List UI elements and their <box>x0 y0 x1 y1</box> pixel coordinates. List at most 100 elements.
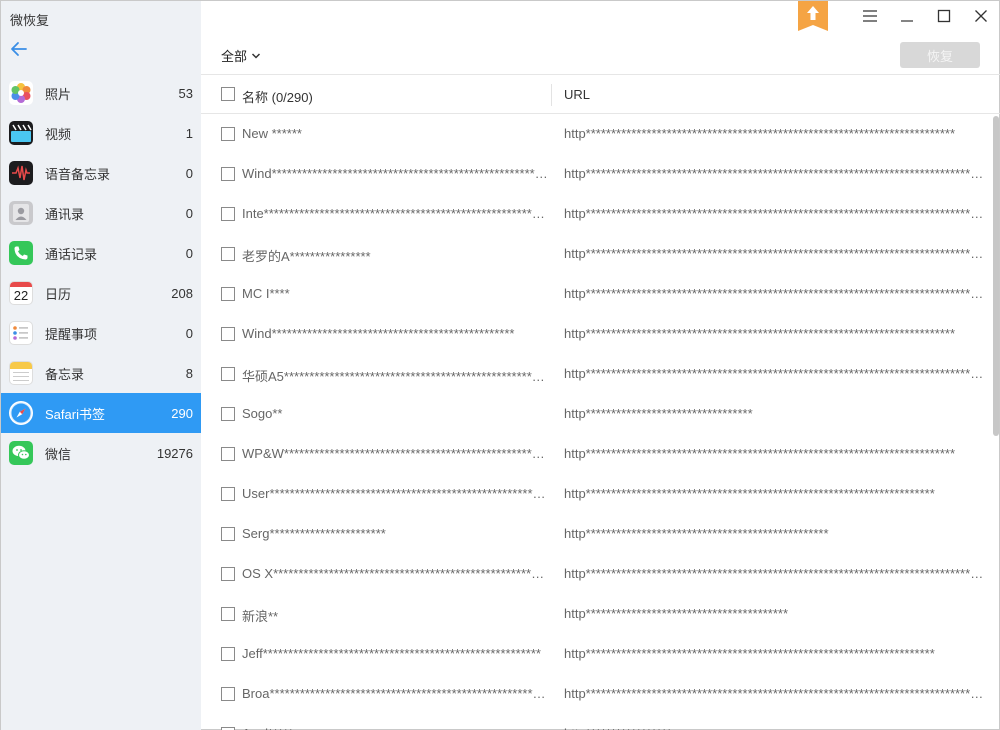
table-row[interactable]: WP&W************************************… <box>201 434 991 474</box>
sidebar-item-count: 208 <box>171 285 193 301</box>
sidebar-item-contacts[interactable]: 通讯录 0 <box>1 193 201 233</box>
bookmark-name: 新浪** <box>242 609 279 624</box>
bookmark-name: Sogo** <box>242 406 283 421</box>
table-row[interactable]: Appl***** http***************** <box>201 714 991 730</box>
select-all-checkbox[interactable] <box>221 87 235 101</box>
sidebar-item-photos[interactable]: 照片 53 <box>1 73 201 113</box>
row-checkbox[interactable] <box>221 127 235 141</box>
bookmark-url: http************************************… <box>564 326 955 341</box>
bookmark-name: OS X************************************… <box>242 566 549 581</box>
table-row[interactable]: Broa************************************… <box>201 674 991 714</box>
table-row[interactable]: New ****** http**************************… <box>201 114 991 154</box>
bookmark-url: http************************************… <box>564 366 984 381</box>
row-checkbox[interactable] <box>221 367 235 381</box>
column-divider[interactable] <box>551 84 552 106</box>
bookmark-url: http********************************* <box>564 406 753 421</box>
sidebar-item-notes[interactable]: 备忘录 8 <box>1 353 201 393</box>
table-row[interactable]: 老罗的A**************** http****************… <box>201 234 991 274</box>
bookmark-name: MC I**** <box>242 286 290 301</box>
bookmark-url: http************************************… <box>564 206 984 221</box>
calendar-day-number: 22 <box>13 288 29 303</box>
table-row[interactable]: Wind************************************… <box>201 154 991 194</box>
row-checkbox[interactable] <box>221 207 235 221</box>
bookmark-url: http************************************… <box>564 486 935 501</box>
window-controls <box>851 1 999 31</box>
minimize-icon[interactable] <box>888 1 925 31</box>
restore-button[interactable]: 恢复 <box>900 42 980 68</box>
bookmark-name: Serg*********************** <box>242 526 386 541</box>
column-header-name[interactable]: 名称 (0/290) <box>242 87 313 106</box>
sidebar-item-videos[interactable]: 视频 1 <box>1 113 201 153</box>
scrollbar-thumb[interactable] <box>993 116 999 436</box>
sidebar-item-reminders[interactable]: 提醒事项 0 <box>1 313 201 353</box>
app-window: 微恢复 照片 53 视频 1 语音备忘录 0 通讯录 0 通话记录 0 22 日… <box>0 0 1000 730</box>
bookmark-url: http************************************… <box>564 526 829 541</box>
sidebar-item-label: 通话记录 <box>45 246 98 262</box>
row-checkbox[interactable] <box>221 487 235 501</box>
table-row[interactable]: 新浪** http********************************… <box>201 594 991 634</box>
calendar-icon: 22 <box>9 281 33 305</box>
table-row[interactable]: Jeff************************************… <box>201 634 991 674</box>
row-checkbox[interactable] <box>221 687 235 701</box>
sidebar-item-label: 提醒事项 <box>45 326 98 342</box>
category-list: 照片 53 视频 1 语音备忘录 0 通讯录 0 通话记录 0 22 日历 20… <box>1 73 201 473</box>
bookmark-name: User************************************… <box>242 486 549 501</box>
sidebar-item-count: 1 <box>185 125 193 141</box>
row-checkbox[interactable] <box>221 607 235 621</box>
filter-label: 全部 <box>221 49 248 64</box>
sidebar-item-count: 8 <box>185 365 193 381</box>
sidebar-item-count: 0 <box>185 325 193 341</box>
back-arrow-icon[interactable] <box>9 39 29 59</box>
sidebar-item-label: 通讯录 <box>45 206 85 222</box>
sidebar-item-voice-memos[interactable]: 语音备忘录 0 <box>1 153 201 193</box>
sidebar-item-count: 0 <box>185 165 193 181</box>
sidebar: 微恢复 照片 53 视频 1 语音备忘录 0 通讯录 0 通话记录 0 22 日… <box>1 1 201 730</box>
bookmark-url: http************************************… <box>564 166 984 181</box>
voice-memo-icon <box>9 161 33 185</box>
table-row[interactable]: Serg*********************** http*********… <box>201 514 991 554</box>
upgrade-icon[interactable] <box>797 1 829 31</box>
bookmark-url: http************************************… <box>564 446 955 461</box>
sidebar-item-count: 53 <box>178 85 193 101</box>
row-checkbox[interactable] <box>221 647 235 661</box>
column-header-url[interactable]: URL <box>564 87 590 102</box>
scrollbar[interactable] <box>991 114 1000 730</box>
table-row[interactable]: Inte************************************… <box>201 194 991 234</box>
bookmark-name: Wind************************************… <box>242 326 515 341</box>
sidebar-item-wechat[interactable]: 微信 19276 <box>1 433 201 473</box>
sidebar-item-calendar[interactable]: 22 日历 208 <box>1 273 201 313</box>
sidebar-item-count: 0 <box>185 245 193 261</box>
reminders-icon <box>9 321 33 345</box>
sidebar-item-count: 19276 <box>156 445 193 461</box>
table-row[interactable]: Wind************************************… <box>201 314 991 354</box>
row-checkbox[interactable] <box>221 287 235 301</box>
table-row[interactable]: OS X************************************… <box>201 554 991 594</box>
table-row[interactable]: Sogo** http******************************… <box>201 394 991 434</box>
sidebar-item-call-log[interactable]: 通话记录 0 <box>1 233 201 273</box>
row-checkbox[interactable] <box>221 447 235 461</box>
bookmark-url: http************************************… <box>564 566 984 581</box>
bookmark-url: http***************** <box>564 726 984 730</box>
row-checkbox[interactable] <box>221 407 235 421</box>
row-checkbox[interactable] <box>221 527 235 541</box>
bookmark-name: Inte************************************… <box>242 206 549 221</box>
table-row[interactable]: 华硕A5************************************… <box>201 354 991 394</box>
sidebar-item-label: 语音备忘录 <box>45 166 111 182</box>
row-checkbox[interactable] <box>221 567 235 581</box>
row-checkbox[interactable] <box>221 167 235 181</box>
sidebar-item-label: 备忘录 <box>45 366 85 382</box>
sidebar-item-safari-bookmarks[interactable]: Safari书签 290 <box>1 393 201 433</box>
row-checkbox[interactable] <box>221 247 235 261</box>
bookmark-list: New ****** http**************************… <box>201 114 991 730</box>
close-icon[interactable] <box>962 1 999 31</box>
filter-dropdown[interactable]: 全部 <box>221 46 261 65</box>
app-title: 微恢复 <box>10 13 50 28</box>
bookmark-url: http************************************… <box>564 126 955 141</box>
menu-icon[interactable] <box>851 1 888 31</box>
bookmark-name: Appl***** <box>242 726 549 730</box>
bookmark-url: http************************************… <box>564 246 984 261</box>
table-row[interactable]: MC I**** http****************************… <box>201 274 991 314</box>
maximize-icon[interactable] <box>925 1 962 31</box>
table-row[interactable]: User************************************… <box>201 474 991 514</box>
row-checkbox[interactable] <box>221 327 235 341</box>
